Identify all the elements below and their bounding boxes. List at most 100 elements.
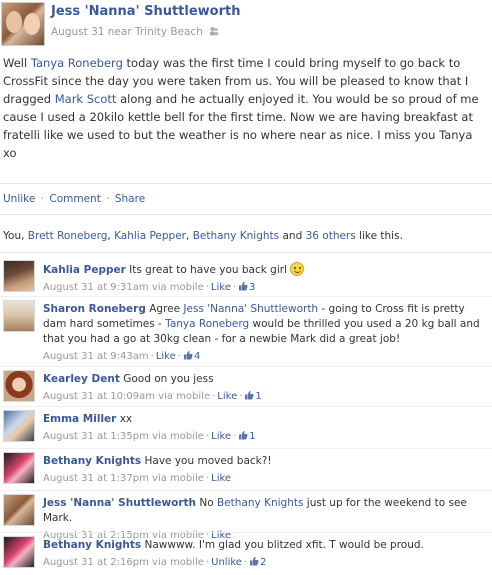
unlike-link[interactable]: Unlike	[3, 193, 35, 205]
comment-meta: August 31 at 10:09am via mobile · Like · 1	[43, 391, 262, 402]
commenter-avatar[interactable]	[3, 410, 35, 442]
thumbs-up-icon	[239, 282, 248, 291]
avatar-face	[24, 13, 40, 35]
liker-link[interactable]: Bethany Knights	[193, 230, 279, 242]
thumbs-up-icon	[250, 557, 259, 566]
comment-text: Agree	[149, 303, 184, 315]
comment-body: Emma Miller xx August 31 at 1:35pm via m…	[43, 412, 483, 444]
author-avatar[interactable]	[1, 2, 45, 46]
commenter-avatar[interactable]	[3, 536, 35, 568]
comment-body: Bethany Knights Nawwww. I'm glad you bli…	[43, 538, 483, 570]
unlike-link[interactable]: Unlike	[211, 557, 242, 568]
comment-link[interactable]: Comment	[49, 193, 100, 205]
tagged-person-link[interactable]: Tanya Roneberg	[31, 56, 123, 70]
comment-text: Good on you jess	[123, 373, 214, 385]
like-link[interactable]: Like	[211, 431, 231, 442]
comment-like-count[interactable]: 1	[238, 431, 256, 442]
post-actions: Unlike · Comment · Share	[3, 193, 145, 205]
comment-author[interactable]: Emma Miller	[43, 413, 116, 425]
divider	[0, 448, 492, 449]
comment-body: Sharon Roneberg Agree Jess 'Nanna' Shutt…	[43, 302, 483, 364]
like-link[interactable]: Like	[217, 391, 237, 402]
comment-author[interactable]: Bethany Knights	[43, 455, 141, 467]
people-icon	[210, 27, 219, 36]
others-link[interactable]: 36 others	[306, 230, 356, 242]
liker-link[interactable]: Kahlia Pepper	[114, 230, 186, 242]
separator: ·	[106, 193, 110, 205]
likes-text: like this.	[355, 230, 403, 242]
thumbs-up-icon	[183, 351, 193, 360]
comment-time[interactable]: August 31 at 9:43am	[43, 351, 149, 362]
avatar-face	[6, 11, 22, 33]
like-count: 2	[260, 557, 267, 568]
comment-time[interactable]: August 31 at 1:37pm via mobile	[43, 473, 204, 484]
divider	[0, 252, 492, 253]
comment-meta: August 31 at 9:43am · Like · 4	[43, 351, 201, 362]
divider	[0, 406, 492, 407]
divider	[0, 490, 492, 491]
divider	[0, 183, 492, 184]
post-text-part: Well	[3, 56, 31, 70]
like-link[interactable]: Like	[211, 473, 231, 484]
smiley-icon	[289, 262, 304, 276]
like-count: 3	[249, 282, 256, 293]
share-link[interactable]: Share	[115, 193, 145, 205]
comment-meta: August 31 at 9:31am via mobile · Like · 3	[43, 282, 256, 293]
comment-text: Its great to have you back girl	[129, 264, 287, 276]
post-timestamp-location[interactable]: August 31 near Trinity Beach	[51, 26, 203, 38]
comment-body: Kearley Dent Good on you jess August 31 …	[43, 372, 483, 404]
comment-body: Kahlia Pepper Its great to have you back…	[43, 262, 483, 295]
divider	[0, 214, 492, 215]
comment-body: Jess 'Nanna' Shuttleworth No Bethany Kni…	[43, 496, 483, 543]
divider	[0, 366, 492, 367]
comment-meta: August 31 at 1:37pm via mobile · Like	[43, 473, 232, 484]
comment-author[interactable]: Kahlia Pepper	[43, 264, 126, 276]
likes-text: and	[279, 230, 306, 242]
thumbs-up-icon	[245, 391, 254, 400]
mention-link[interactable]: Tanya Roneberg	[165, 318, 249, 330]
comment-text: Have you moved back?!	[144, 455, 272, 467]
commenter-avatar[interactable]	[3, 370, 35, 402]
comment-time[interactable]: August 31 at 10:09am via mobile	[43, 391, 210, 402]
post-author-name[interactable]: Jess 'Nanna' Shuttleworth	[51, 4, 240, 19]
comment-like-count[interactable]: 1	[244, 391, 262, 402]
comment-meta: August 31 at 2:16pm via mobile · Unlike · 2	[43, 557, 267, 568]
comment-time[interactable]: August 31 at 2:16pm via mobile	[43, 557, 204, 568]
comment-meta: August 31 at 1:35pm via mobile · Like · 1	[43, 431, 256, 442]
like-link[interactable]: Like	[211, 282, 231, 293]
comment-text: Nawwww. I'm glad you blitzed xfit. T wou…	[144, 539, 424, 551]
comment-author[interactable]: Bethany Knights	[43, 539, 141, 551]
post-header: Jess 'Nanna' Shuttleworth August 31 near…	[0, 0, 492, 48]
comment-time[interactable]: August 31 at 1:35pm via mobile	[43, 431, 204, 442]
comment-like-count[interactable]: 4	[183, 351, 200, 362]
comment-author[interactable]: Sharon Roneberg	[43, 303, 146, 315]
thumbs-up-icon	[239, 431, 248, 440]
tagged-person-link[interactable]: Mark Scott	[55, 92, 117, 106]
like-link[interactable]: Like	[156, 351, 176, 362]
like-count: 1	[249, 431, 256, 442]
comment-text: xx	[119, 413, 133, 425]
divider	[0, 532, 492, 533]
likes-text: ,	[186, 230, 193, 242]
likes-summary: You, Brett Roneberg, Kahlia Pepper, Beth…	[3, 230, 403, 242]
commenter-avatar[interactable]	[3, 260, 35, 292]
comment-author[interactable]: Jess 'Nanna' Shuttleworth	[43, 497, 196, 509]
comment-like-count[interactable]: 3	[238, 282, 255, 293]
like-count: 4	[193, 351, 201, 362]
separator: ·	[40, 193, 45, 205]
comment-time[interactable]: August 31 at 9:31am via mobile	[43, 282, 204, 293]
commenter-avatar[interactable]	[3, 494, 35, 526]
commenter-avatar[interactable]	[3, 452, 35, 484]
comment-author[interactable]: Kearley Dent	[43, 373, 120, 385]
liker-link[interactable]: Brett Roneberg	[28, 230, 108, 242]
mention-link[interactable]: Bethany Knights	[217, 497, 303, 509]
divider	[0, 296, 492, 297]
post-meta: August 31 near Trinity Beach	[51, 26, 219, 38]
like-count: 1	[255, 391, 262, 402]
comment-body: Bethany Knights Have you moved back?! Au…	[43, 454, 483, 486]
comment-like-count[interactable]: 2	[249, 557, 267, 568]
commenter-avatar[interactable]	[3, 300, 35, 332]
post-text: Well Tanya Roneberg today was the first …	[3, 54, 487, 162]
mention-link[interactable]: Jess 'Nanna' Shuttleworth	[183, 303, 318, 315]
likes-text: You,	[3, 230, 28, 242]
